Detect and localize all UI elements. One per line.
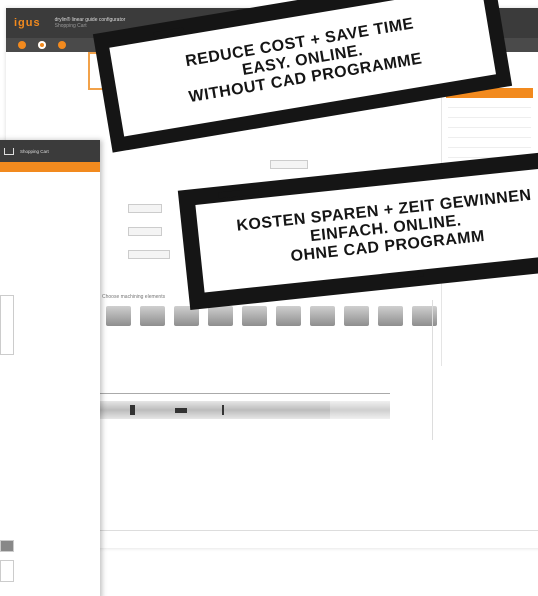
- cart-tab-label[interactable]: Shopping Cart: [20, 149, 49, 154]
- machining-item[interactable]: [106, 306, 131, 329]
- machining-icon: [344, 306, 369, 326]
- shaft-marker: [175, 408, 187, 413]
- dimension-field-4[interactable]: [270, 160, 308, 169]
- machining-icon: [140, 306, 165, 326]
- dimension-field-3[interactable]: [128, 250, 170, 259]
- machining-item[interactable]: [344, 306, 369, 329]
- machining-icon: [412, 306, 437, 326]
- dimension-line: [100, 393, 390, 394]
- stage: igus drylin® linear guide configurator S…: [0, 0, 538, 596]
- summary-row: [448, 111, 531, 118]
- machining-icon: [310, 306, 335, 326]
- machining-item[interactable]: [276, 306, 301, 329]
- shopping-cart-icon[interactable]: [4, 147, 14, 155]
- step-2-dot: [38, 41, 46, 49]
- shopping-cart-window: Shopping Cart: [0, 140, 100, 596]
- step-3-dot: [58, 41, 66, 49]
- dimension-field-2[interactable]: [128, 227, 162, 236]
- machining-item[interactable]: [208, 306, 233, 329]
- grunge-speck: [218, 188, 259, 199]
- machining-title: Choose machining elements: [102, 294, 166, 300]
- summary-row: [448, 131, 531, 138]
- cart-item-box: [0, 295, 14, 355]
- header-subtitle: Shopping Cart: [54, 23, 87, 29]
- header-title: drylin® linear guide configurator Shoppi…: [55, 17, 126, 29]
- machining-elements-row: [106, 306, 437, 329]
- step-1[interactable]: [18, 41, 26, 49]
- cart-item-box: [0, 560, 14, 582]
- sticker-german-text: KOSTEN SPAREN + ZEIT GEWINNEN EINFACH. O…: [195, 165, 538, 293]
- grunge-speck: [397, 271, 425, 280]
- cart-item-box: [0, 540, 14, 552]
- shaft-end: [330, 401, 390, 419]
- cart-header: Shopping Cart: [0, 140, 100, 162]
- step-3[interactable]: [58, 41, 66, 49]
- machining-icon: [208, 306, 233, 326]
- machining-item[interactable]: [242, 306, 267, 329]
- step-1-dot: [18, 41, 26, 49]
- shaft-marker: [222, 405, 224, 415]
- machining-icon: [276, 306, 301, 326]
- summary-row: [448, 101, 531, 108]
- machining-item[interactable]: [140, 306, 165, 329]
- machining-icon: [242, 306, 267, 326]
- summary-row: [448, 121, 531, 128]
- divider: [100, 530, 538, 531]
- machining-item[interactable]: [310, 306, 335, 329]
- machining-icon: [378, 306, 403, 326]
- shaft-marker: [130, 405, 135, 415]
- divider: [432, 300, 433, 440]
- step-2[interactable]: [38, 41, 46, 49]
- machining-item[interactable]: [378, 306, 403, 329]
- machining-icon: [106, 306, 131, 326]
- dimension-field-1[interactable]: [128, 204, 162, 213]
- shaft-preview: [100, 385, 420, 435]
- igus-logo[interactable]: igus: [14, 17, 41, 29]
- cart-orange-bar: [0, 162, 100, 172]
- machining-item[interactable]: [412, 306, 437, 329]
- summary-row: [448, 141, 531, 148]
